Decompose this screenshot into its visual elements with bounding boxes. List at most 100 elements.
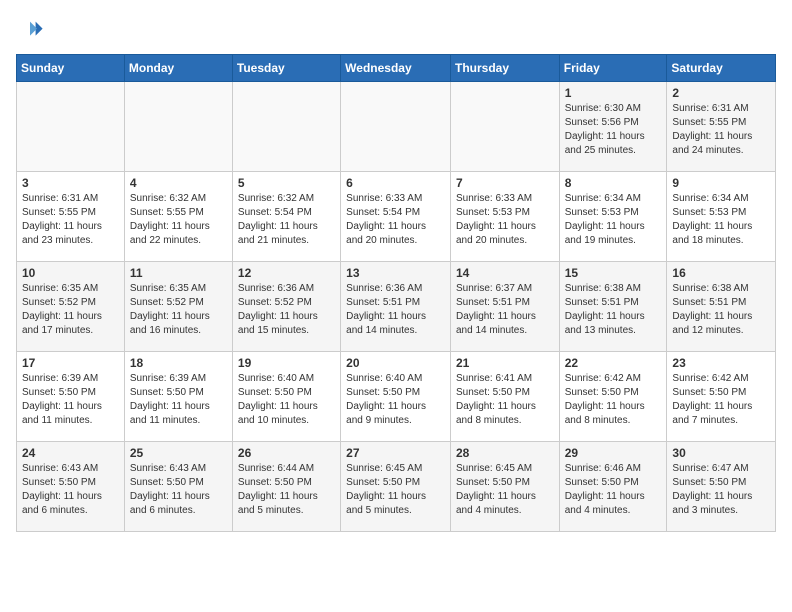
day-info: Sunrise: 6:37 AMSunset: 5:51 PMDaylight:…	[456, 282, 554, 338]
logo	[16, 16, 48, 44]
day-info: Sunrise: 6:32 AMSunset: 5:55 PMDaylight:…	[130, 192, 227, 248]
calendar-cell: 7Sunrise: 6:33 AMSunset: 5:53 PMDaylight…	[450, 172, 559, 262]
calendar-cell: 11 Sunrise: 6:35 AMSunset: 5:52 PMDayligh…	[124, 262, 232, 352]
weekday-header-sunday: Sunday	[17, 55, 125, 82]
calendar-cell: 3Sunrise: 6:31 AMSunset: 5:55 PMDaylight…	[17, 172, 125, 262]
calendar-cell: 8Sunrise: 6:34 AMSunset: 5:53 PMDaylight…	[559, 172, 667, 262]
day-info: Sunrise: 6:40 AMSunset: 5:50 PMDaylight:…	[346, 372, 445, 428]
calendar-cell: 16 Sunrise: 6:38 AMSunset: 5:51 PMDayligh…	[667, 262, 776, 352]
calendar-cell: 13 Sunrise: 6:36 AMSunset: 5:51 PMDayligh…	[341, 262, 451, 352]
weekday-header-wednesday: Wednesday	[341, 55, 451, 82]
calendar-cell: 26 Sunrise: 6:44 AMSunset: 5:50 PMDayligh…	[232, 442, 340, 532]
day-info: Sunrise: 6:44 AMSunset: 5:50 PMDaylight:…	[238, 462, 335, 518]
day-number: 16	[672, 266, 770, 280]
calendar-cell: 6Sunrise: 6:33 AMSunset: 5:54 PMDaylight…	[341, 172, 451, 262]
weekday-header-saturday: Saturday	[667, 55, 776, 82]
day-info: Sunrise: 6:36 AMSunset: 5:51 PMDaylight:…	[346, 282, 445, 338]
day-number: 9	[672, 176, 770, 190]
calendar-cell: 9 Sunrise: 6:34 AMSunset: 5:53 PMDaylight…	[667, 172, 776, 262]
day-info: Sunrise: 6:42 AMSunset: 5:50 PMDaylight:…	[672, 372, 770, 428]
calendar-cell: 4 Sunrise: 6:32 AMSunset: 5:55 PMDaylight…	[124, 172, 232, 262]
day-number: 17	[22, 356, 119, 370]
day-number: 4	[130, 176, 227, 190]
day-info: Sunrise: 6:31 AMSunset: 5:55 PMDaylight:…	[22, 192, 119, 248]
calendar-cell: 21Sunrise: 6:41 AMSunset: 5:50 PMDayligh…	[450, 352, 559, 442]
week-row-4: 17 Sunrise: 6:39 AMSunset: 5:50 PMDayligh…	[17, 352, 776, 442]
day-info: Sunrise: 6:43 AMSunset: 5:50 PMDaylight:…	[130, 462, 227, 518]
calendar-cell: 10 Sunrise: 6:35 AMSunset: 5:52 PMDayligh…	[17, 262, 125, 352]
day-info: Sunrise: 6:32 AMSunset: 5:54 PMDaylight:…	[238, 192, 335, 248]
day-number: 19	[238, 356, 335, 370]
calendar-table: SundayMondayTuesdayWednesdayThursdayFrid…	[16, 54, 776, 532]
day-number: 18	[130, 356, 227, 370]
weekday-header-monday: Monday	[124, 55, 232, 82]
day-number: 13	[346, 266, 445, 280]
calendar-cell: 30 Sunrise: 6:47 AMSunset: 5:50 PMDayligh…	[667, 442, 776, 532]
calendar-header: SundayMondayTuesdayWednesdayThursdayFrid…	[17, 55, 776, 82]
calendar-cell: 14 Sunrise: 6:37 AMSunset: 5:51 PMDayligh…	[450, 262, 559, 352]
week-row-5: 24 Sunrise: 6:43 AMSunset: 5:50 PMDayligh…	[17, 442, 776, 532]
day-number: 10	[22, 266, 119, 280]
day-number: 28	[456, 446, 554, 460]
day-number: 30	[672, 446, 770, 460]
day-number: 1	[565, 86, 662, 100]
calendar-cell: 27 Sunrise: 6:45 AMSunset: 5:50 PMDayligh…	[341, 442, 451, 532]
day-number: 15	[565, 266, 662, 280]
day-info: Sunrise: 6:39 AMSunset: 5:50 PMDaylight:…	[22, 372, 119, 428]
day-info: Sunrise: 6:41 AMSunset: 5:50 PMDaylight:…	[456, 372, 554, 428]
calendar-cell: 18Sunrise: 6:39 AMSunset: 5:50 PMDayligh…	[124, 352, 232, 442]
day-info: Sunrise: 6:34 AMSunset: 5:53 PMDaylight:…	[565, 192, 662, 248]
day-info: Sunrise: 6:31 AMSunset: 5:55 PMDaylight:…	[672, 102, 770, 158]
day-info: Sunrise: 6:40 AMSunset: 5:50 PMDaylight:…	[238, 372, 335, 428]
day-number: 2	[672, 86, 770, 100]
calendar-cell: 17 Sunrise: 6:39 AMSunset: 5:50 PMDayligh…	[17, 352, 125, 442]
day-info: Sunrise: 6:38 AMSunset: 5:51 PMDaylight:…	[672, 282, 770, 338]
calendar-cell: 22Sunrise: 6:42 AMSunset: 5:50 PMDayligh…	[559, 352, 667, 442]
calendar-cell: 28Sunrise: 6:45 AMSunset: 5:50 PMDayligh…	[450, 442, 559, 532]
day-info: Sunrise: 6:38 AMSunset: 5:51 PMDaylight:…	[565, 282, 662, 338]
day-info: Sunrise: 6:46 AMSunset: 5:50 PMDaylight:…	[565, 462, 662, 518]
day-info: Sunrise: 6:34 AMSunset: 5:53 PMDaylight:…	[672, 192, 770, 248]
calendar-cell	[124, 82, 232, 172]
calendar-cell	[17, 82, 125, 172]
calendar-cell: 23Sunrise: 6:42 AMSunset: 5:50 PMDayligh…	[667, 352, 776, 442]
calendar-cell: 20 Sunrise: 6:40 AMSunset: 5:50 PMDayligh…	[341, 352, 451, 442]
calendar-cell	[232, 82, 340, 172]
week-row-2: 3Sunrise: 6:31 AMSunset: 5:55 PMDaylight…	[17, 172, 776, 262]
weekday-header-thursday: Thursday	[450, 55, 559, 82]
week-row-1: 1 Sunrise: 6:30 AMSunset: 5:56 PMDaylight…	[17, 82, 776, 172]
day-number: 22	[565, 356, 662, 370]
logo-icon	[16, 16, 44, 44]
calendar-cell: 19 Sunrise: 6:40 AMSunset: 5:50 PMDayligh…	[232, 352, 340, 442]
day-number: 26	[238, 446, 335, 460]
weekday-header-tuesday: Tuesday	[232, 55, 340, 82]
day-number: 24	[22, 446, 119, 460]
page-header	[16, 16, 776, 44]
day-info: Sunrise: 6:30 AMSunset: 5:56 PMDaylight:…	[565, 102, 662, 158]
calendar-cell: 5 Sunrise: 6:32 AMSunset: 5:54 PMDaylight…	[232, 172, 340, 262]
day-number: 20	[346, 356, 445, 370]
day-info: Sunrise: 6:35 AMSunset: 5:52 PMDaylight:…	[22, 282, 119, 338]
day-info: Sunrise: 6:43 AMSunset: 5:50 PMDaylight:…	[22, 462, 119, 518]
day-info: Sunrise: 6:47 AMSunset: 5:50 PMDaylight:…	[672, 462, 770, 518]
day-number: 27	[346, 446, 445, 460]
day-info: Sunrise: 6:45 AMSunset: 5:50 PMDaylight:…	[346, 462, 445, 518]
day-number: 11	[130, 266, 227, 280]
day-number: 6	[346, 176, 445, 190]
calendar-cell: 15 Sunrise: 6:38 AMSunset: 5:51 PMDayligh…	[559, 262, 667, 352]
calendar-cell: 25Sunrise: 6:43 AMSunset: 5:50 PMDayligh…	[124, 442, 232, 532]
calendar-cell: 24 Sunrise: 6:43 AMSunset: 5:50 PMDayligh…	[17, 442, 125, 532]
calendar-cell: 2 Sunrise: 6:31 AMSunset: 5:55 PMDaylight…	[667, 82, 776, 172]
weekday-header-friday: Friday	[559, 55, 667, 82]
day-number: 14	[456, 266, 554, 280]
week-row-3: 10 Sunrise: 6:35 AMSunset: 5:52 PMDayligh…	[17, 262, 776, 352]
calendar-cell: 29 Sunrise: 6:46 AMSunset: 5:50 PMDayligh…	[559, 442, 667, 532]
day-info: Sunrise: 6:35 AMSunset: 5:52 PMDaylight:…	[130, 282, 227, 338]
calendar-body: 1 Sunrise: 6:30 AMSunset: 5:56 PMDaylight…	[17, 82, 776, 532]
day-number: 5	[238, 176, 335, 190]
page-container: SundayMondayTuesdayWednesdayThursdayFrid…	[16, 16, 776, 532]
calendar-cell	[450, 82, 559, 172]
calendar-cell: 1 Sunrise: 6:30 AMSunset: 5:56 PMDaylight…	[559, 82, 667, 172]
day-number: 29	[565, 446, 662, 460]
day-number: 12	[238, 266, 335, 280]
